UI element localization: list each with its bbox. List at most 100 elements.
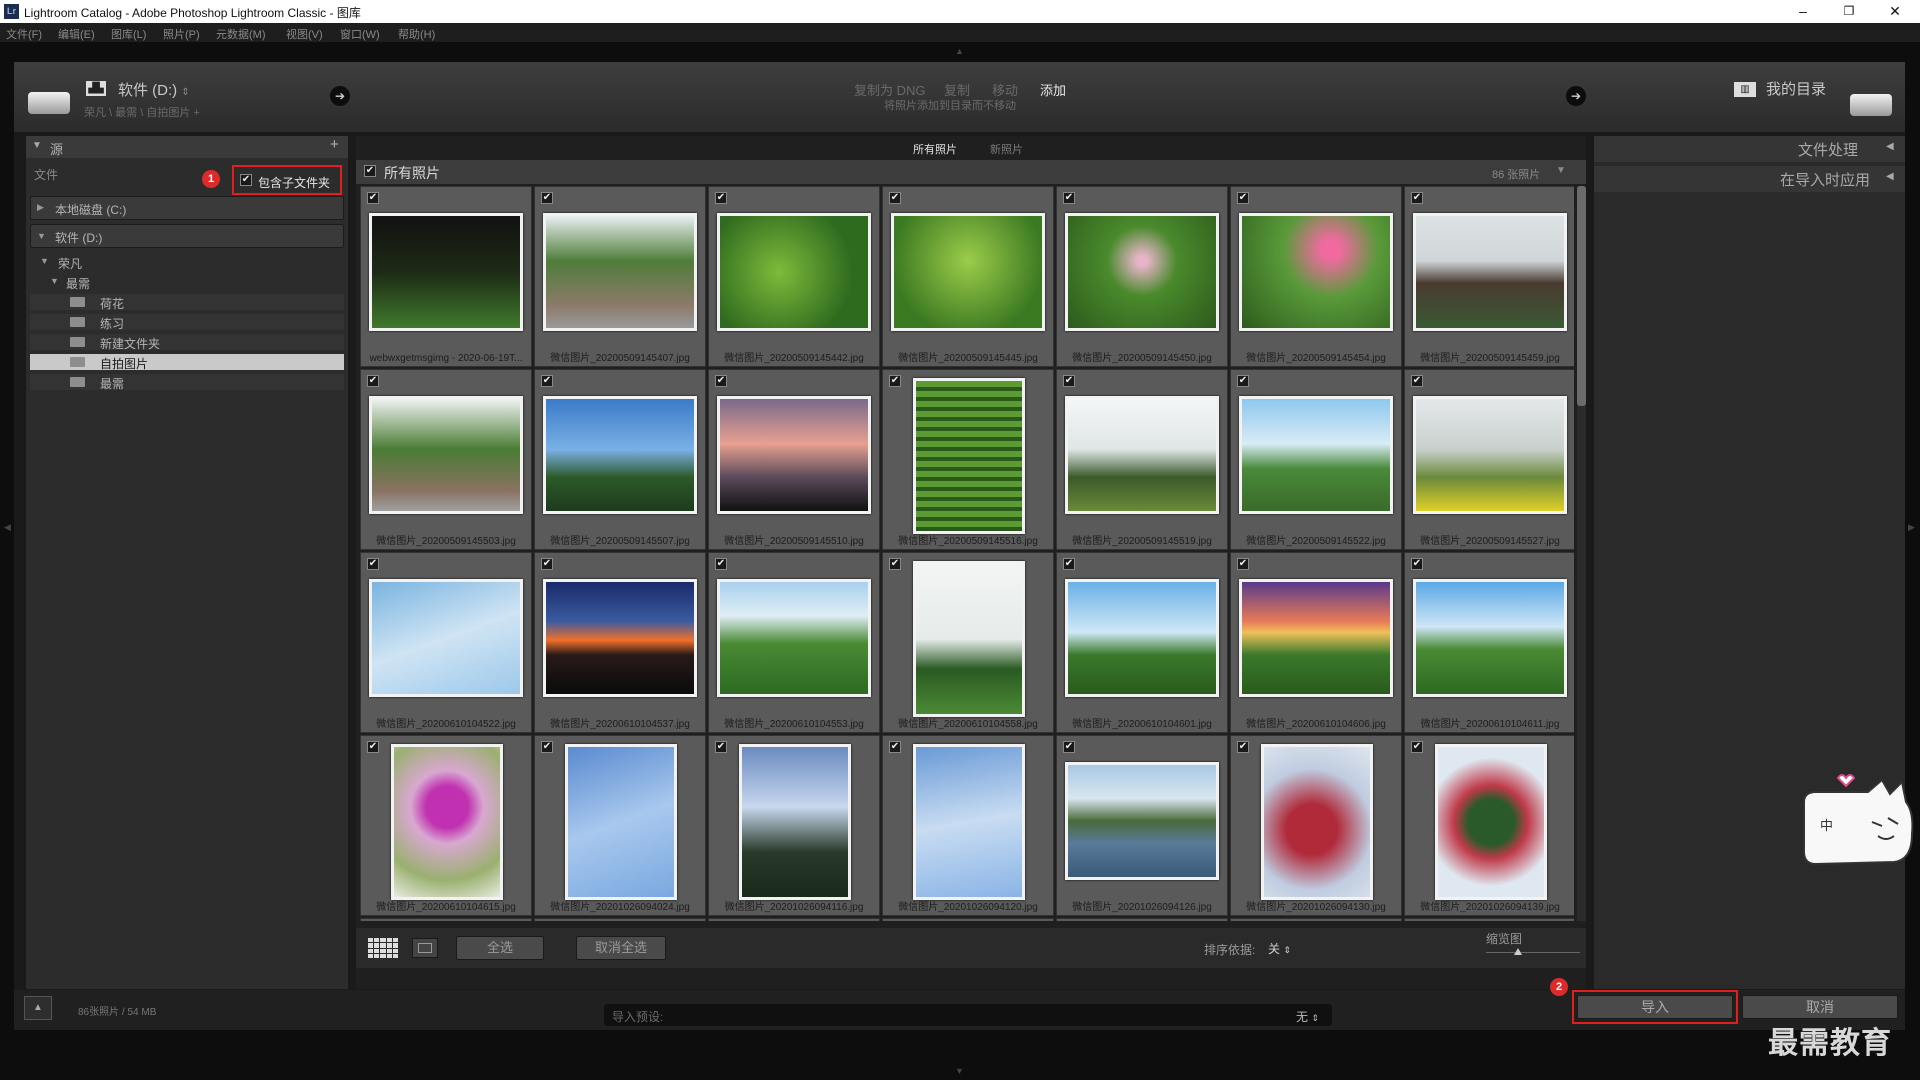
photo-thumbnail-image[interactable]: [1413, 213, 1567, 331]
grid-menu-triangle-icon[interactable]: ▼: [1556, 165, 1566, 176]
photo-thumbnail-image[interactable]: [1413, 396, 1567, 514]
menu-photo[interactable]: 照片(P): [163, 26, 200, 42]
right-panel-toggle-icon[interactable]: ▶: [1908, 522, 1915, 533]
photo-thumbnail-cell-partial[interactable]: [534, 918, 706, 921]
tree-folder-selfie-selected[interactable]: 自拍图片: [30, 354, 344, 371]
photo-thumbnail-cell[interactable]: ✔ 微信图片_20200610104615.jpg: [360, 735, 532, 916]
photo-select-checkbox[interactable]: ✔: [541, 192, 553, 204]
tab-new-photos[interactable]: 新照片: [990, 141, 1023, 157]
add-source-icon[interactable]: +: [330, 136, 339, 153]
bottom-panel-toggle-icon[interactable]: ▼: [955, 1066, 964, 1076]
photo-thumbnail-image[interactable]: [1239, 396, 1393, 514]
photo-thumbnail-cell[interactable]: ✔ 微信图片_20200610104537.jpg: [534, 552, 706, 733]
photo-thumbnail-cell-partial[interactable]: [1230, 918, 1402, 921]
menu-help[interactable]: 帮助(H): [398, 26, 435, 42]
photo-thumbnail-image[interactable]: [1413, 579, 1567, 697]
photo-select-checkbox[interactable]: ✔: [1411, 558, 1423, 570]
photo-select-checkbox[interactable]: ✔: [541, 558, 553, 570]
menu-metadata[interactable]: 元数据(M): [216, 26, 266, 42]
photo-select-checkbox[interactable]: ✔: [1237, 192, 1249, 204]
photo-thumbnail-image[interactable]: [891, 213, 1045, 331]
photo-select-checkbox[interactable]: ✔: [889, 741, 901, 753]
photo-thumbnail-image[interactable]: [1065, 762, 1219, 880]
thumbnail-size-slider[interactable]: [1486, 952, 1580, 953]
deselect-all-button[interactable]: 取消全选: [576, 936, 666, 960]
photo-select-checkbox[interactable]: ✔: [367, 192, 379, 204]
photo-thumbnail-image[interactable]: [1239, 213, 1393, 331]
scrollbar-thumb[interactable]: [1577, 186, 1586, 406]
photo-select-checkbox[interactable]: ✔: [1411, 375, 1423, 387]
photo-select-checkbox[interactable]: ✔: [889, 192, 901, 204]
photo-thumbnail-cell[interactable]: ✔ 微信图片_20201026094130.jpg: [1230, 735, 1402, 916]
photo-thumbnail-image[interactable]: [717, 396, 871, 514]
menu-file[interactable]: 文件(F): [6, 26, 42, 42]
photo-thumbnail-cell[interactable]: ✔ 微信图片_20200610104606.jpg: [1230, 552, 1402, 733]
photo-thumbnail-cell[interactable]: ✔ 微信图片_20201026094024.jpg: [534, 735, 706, 916]
tree-drive-c[interactable]: ▶ 本地磁盘 (C:): [30, 196, 344, 220]
photo-select-checkbox[interactable]: ✔: [1411, 192, 1423, 204]
photo-thumbnail-image[interactable]: [369, 579, 523, 697]
menu-window[interactable]: 窗口(W): [340, 26, 380, 42]
photo-select-checkbox[interactable]: ✔: [1237, 558, 1249, 570]
photo-thumbnail-image[interactable]: [369, 396, 523, 514]
photo-thumbnail-image[interactable]: [1065, 213, 1219, 331]
photo-select-checkbox[interactable]: ✔: [1411, 741, 1423, 753]
cancel-button[interactable]: 取消: [1742, 995, 1898, 1019]
photo-select-checkbox[interactable]: ✔: [1237, 741, 1249, 753]
photo-thumbnail-image[interactable]: [1239, 579, 1393, 697]
photo-thumbnail-image[interactable]: [1065, 579, 1219, 697]
mode-add[interactable]: 添加: [1040, 80, 1066, 99]
left-panel-toggle-icon[interactable]: ◀: [4, 522, 11, 533]
photo-thumbnail-image[interactable]: [913, 378, 1025, 534]
photo-select-checkbox[interactable]: ✔: [541, 741, 553, 753]
loupe-view-icon[interactable]: [412, 938, 438, 958]
photo-thumbnail-cell[interactable]: ✔ 微信图片_20200610104553.jpg: [708, 552, 880, 733]
source-panel-header[interactable]: ▼ 源 +: [26, 136, 348, 158]
menu-library[interactable]: 图库(L): [111, 26, 146, 42]
photo-select-checkbox[interactable]: ✔: [889, 375, 901, 387]
photo-thumbnail-cell[interactable]: ✔ 微信图片_20201026094139.jpg: [1404, 735, 1574, 916]
photo-thumbnail-cell[interactable]: ✔ 微信图片_20201026094116.jpg: [708, 735, 880, 916]
import-button[interactable]: 导入: [1577, 995, 1733, 1019]
photo-thumbnail-cell[interactable]: ✔ 微信图片_20200509145454.jpg: [1230, 186, 1402, 367]
tree-folder-zuixu[interactable]: ▼ 最需: [30, 274, 344, 291]
tree-folder-hehua[interactable]: 荷花: [30, 294, 344, 311]
photo-thumbnail-cell[interactable]: ✔ 微信图片_20200610104558.jpg: [882, 552, 1054, 733]
photo-thumbnail-cell[interactable]: ✔ 微信图片_20200509145507.jpg: [534, 369, 706, 550]
tree-folder-zuixu-2[interactable]: 最需: [30, 374, 344, 391]
photo-thumbnail-cell[interactable]: ✔ 微信图片_20200509145503.jpg: [360, 369, 532, 550]
photo-thumbnail-cell-partial[interactable]: [708, 918, 880, 921]
photo-thumbnail-cell[interactable]: ✔ 微信图片_20200509145516.jpg: [882, 369, 1054, 550]
file-handling-section[interactable]: 文件处理 ◀: [1594, 136, 1905, 162]
include-subfolders-checkbox[interactable]: ✔ 包含子文件夹: [240, 172, 340, 190]
photo-thumbnail-cell[interactable]: ✔ 微信图片_20200509145519.jpg: [1056, 369, 1228, 550]
photo-thumbnail-image[interactable]: [543, 579, 697, 697]
photo-thumbnail-image[interactable]: [565, 744, 677, 900]
tree-drive-d[interactable]: ▼ 软件 (D:): [30, 224, 344, 248]
photo-thumbnail-image[interactable]: [1261, 744, 1373, 900]
photo-thumbnail-cell-partial[interactable]: [1404, 918, 1574, 921]
photo-select-checkbox[interactable]: ✔: [367, 741, 379, 753]
photo-thumbnail-cell[interactable]: ✔ 微信图片_20200610104611.jpg: [1404, 552, 1574, 733]
photo-thumbnail-cell[interactable]: ✔ webwxgetmsgimg - 2020-06-19T...: [360, 186, 532, 367]
photo-thumbnail-cell[interactable]: ✔ 微信图片_20200509145442.jpg: [708, 186, 880, 367]
close-button[interactable]: ✕: [1872, 0, 1918, 23]
photo-thumbnail-image[interactable]: [391, 744, 503, 900]
photo-thumbnail-cell-partial[interactable]: [1056, 918, 1228, 921]
photo-select-checkbox[interactable]: ✔: [715, 192, 727, 204]
photo-thumbnail-image[interactable]: [913, 744, 1025, 900]
photo-select-checkbox[interactable]: ✔: [1063, 192, 1075, 204]
photo-select-checkbox[interactable]: ✔: [1063, 741, 1075, 753]
tree-folder-lianxi[interactable]: 练习: [30, 314, 344, 331]
photo-select-checkbox[interactable]: ✔: [1063, 375, 1075, 387]
photo-select-checkbox[interactable]: ✔: [715, 375, 727, 387]
tab-all-photos[interactable]: 所有照片: [913, 141, 957, 157]
source-drive-selector[interactable]: 软件 (D:) ⇕: [118, 79, 190, 100]
slider-handle-icon[interactable]: [1514, 948, 1522, 955]
grid-view-icon[interactable]: [368, 938, 398, 958]
photo-thumbnail-cell[interactable]: ✔ 微信图片_20200610104601.jpg: [1056, 552, 1228, 733]
top-panel-toggle-icon[interactable]: ▲: [955, 46, 964, 56]
photo-thumbnail-image[interactable]: [739, 744, 851, 900]
grid-scrollbar[interactable]: [1577, 186, 1586, 921]
photo-thumbnail-cell-partial[interactable]: [882, 918, 1054, 921]
